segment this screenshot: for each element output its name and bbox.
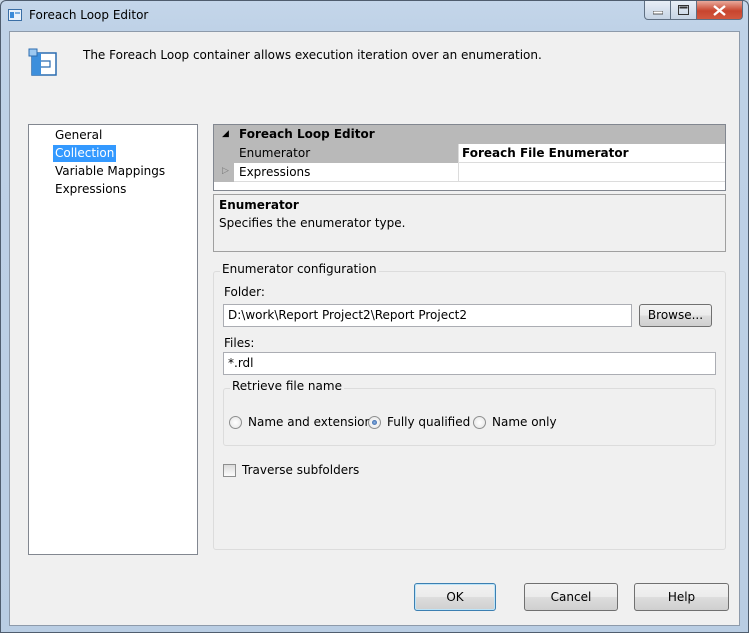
files-label: Files: — [224, 336, 255, 350]
checkbox-label: Traverse subfolders — [242, 463, 360, 477]
property-name: Expressions — [239, 165, 311, 179]
radio-indicator[interactable] — [229, 415, 242, 429]
browse-button[interactable]: Browse... — [639, 304, 712, 327]
minimize-icon — [653, 11, 663, 15]
files-input[interactable]: *.rdl — [223, 352, 716, 375]
radio-label: Name and extension — [248, 415, 373, 429]
nav-item-general[interactable]: General — [53, 127, 104, 144]
property-category[interactable]: ◢ Foreach Loop Editor — [214, 125, 725, 144]
folder-input[interactable]: D:\work\Report Project2\Report Project2 — [223, 304, 632, 327]
navigation-list: General Collection Variable Mappings Exp… — [28, 124, 198, 555]
group-legend: Retrieve file name — [230, 379, 344, 393]
help-button[interactable]: Help — [634, 583, 729, 611]
row-gutter — [214, 144, 234, 163]
window-title: Foreach Loop Editor — [29, 8, 149, 22]
dialog-client-area: The Foreach Loop container allows execut… — [9, 31, 740, 626]
property-value-dropdown[interactable]: Foreach File Enumerator — [458, 144, 725, 163]
enumerator-configuration-group: Enumerator configuration Folder: D:\work… — [213, 262, 726, 550]
property-row-expressions[interactable]: ▷ Expressions — [214, 163, 725, 182]
description-text: Specifies the enumerator type. — [219, 216, 406, 230]
close-icon — [713, 5, 726, 16]
property-row-enumerator[interactable]: Enumerator Foreach File Enumerator — [214, 144, 725, 163]
expand-triangle-icon[interactable]: ▷ — [222, 166, 229, 176]
window-app-icon — [8, 9, 22, 21]
maximize-icon — [678, 5, 689, 15]
foreach-loop-icon — [28, 48, 57, 76]
row-gutter: ▷ — [214, 163, 234, 182]
radio-label: Name only — [492, 415, 557, 429]
nav-item-variable-mappings[interactable]: Variable Mappings — [53, 163, 167, 180]
radio-fully-qualified[interactable]: Fully qualified — [368, 415, 470, 429]
foreach-loop-editor-window: Foreach Loop Editor The Foreach Loop con… — [0, 0, 749, 633]
maximize-button[interactable] — [671, 1, 697, 20]
minimize-button[interactable] — [644, 1, 671, 20]
title-bar[interactable]: Foreach Loop Editor — [1, 1, 748, 29]
radio-name-and-extension[interactable]: Name and extension — [229, 415, 372, 429]
property-grid: ◢ Foreach Loop Editor Enumerator Foreach… — [213, 124, 726, 191]
checkbox-indicator[interactable] — [223, 463, 236, 477]
radio-name-only[interactable]: Name only — [473, 415, 557, 429]
collapse-triangle-icon[interactable]: ◢ — [222, 125, 229, 144]
ok-button[interactable]: OK — [414, 583, 496, 611]
radio-indicator[interactable] — [473, 415, 486, 429]
radio-label: Fully qualified — [387, 415, 471, 429]
property-name: Enumerator — [234, 144, 458, 163]
folder-label: Folder: — [224, 285, 265, 299]
retrieve-file-name-group: Retrieve file name Name and extension Fu… — [223, 379, 716, 446]
cancel-button[interactable]: Cancel — [524, 583, 618, 611]
nav-item-expressions[interactable]: Expressions — [53, 181, 128, 198]
close-button[interactable] — [697, 1, 743, 20]
nav-item-collection[interactable]: Collection — [53, 145, 117, 162]
group-legend: Enumerator configuration — [220, 262, 379, 276]
description-title: Enumerator — [219, 198, 299, 212]
property-value[interactable] — [458, 163, 725, 182]
radio-indicator[interactable] — [368, 415, 381, 429]
traverse-subfolders-checkbox[interactable]: Traverse subfolders — [223, 463, 359, 477]
property-description-panel: Enumerator Specifies the enumerator type… — [213, 194, 726, 252]
header-description: The Foreach Loop container allows execut… — [83, 48, 542, 62]
property-category-label: Foreach Loop Editor — [239, 127, 375, 141]
window-controls — [644, 1, 743, 20]
